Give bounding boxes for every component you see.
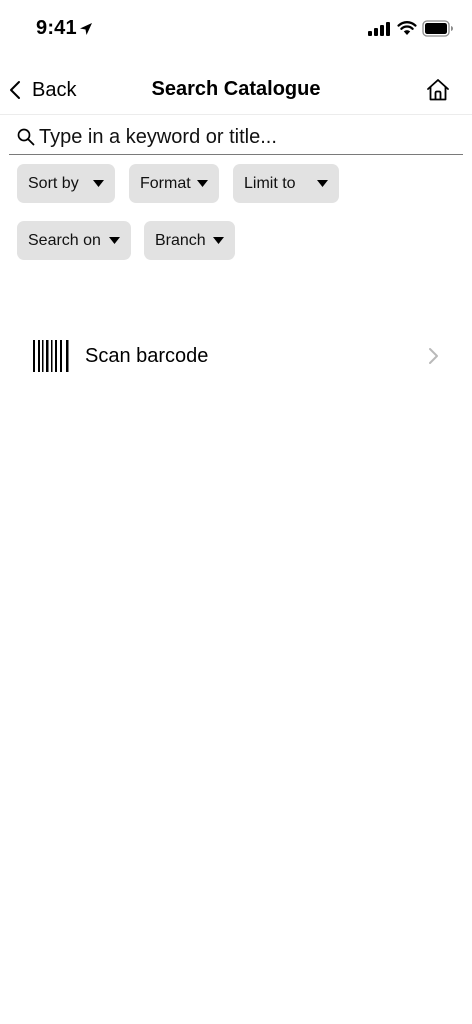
status-time: 9:41 xyxy=(36,17,77,39)
scan-barcode-label: Scan barcode xyxy=(85,345,209,367)
location-arrow-icon xyxy=(80,23,92,35)
branch-label: Branch xyxy=(155,231,206,249)
navigation-bar: Back Search Catalogue xyxy=(0,64,472,115)
search-on-label: Search on xyxy=(28,231,101,249)
search-on-dropdown[interactable]: Search on xyxy=(17,221,131,260)
sort-by-dropdown[interactable]: Sort by xyxy=(17,164,115,203)
cellular-signal-icon xyxy=(368,22,390,36)
chevron-left-icon xyxy=(10,81,20,99)
sort-by-label: Sort by xyxy=(28,174,79,192)
limit-to-label: Limit to xyxy=(244,174,296,192)
back-button[interactable]: Back xyxy=(8,76,76,104)
search-input[interactable] xyxy=(39,122,454,152)
limit-to-dropdown[interactable]: Limit to xyxy=(233,164,339,203)
wifi-icon xyxy=(397,21,417,35)
caret-down-icon xyxy=(197,180,208,187)
back-label: Back xyxy=(32,78,77,101)
caret-down-icon xyxy=(109,237,120,244)
status-bar: 9:41 xyxy=(0,0,472,60)
search-bar xyxy=(9,118,463,155)
branch-dropdown[interactable]: Branch xyxy=(144,221,235,260)
format-label: Format xyxy=(140,174,191,192)
home-icon[interactable] xyxy=(424,76,452,104)
caret-down-icon xyxy=(93,180,104,187)
caret-down-icon xyxy=(213,237,224,244)
search-icon xyxy=(17,128,35,146)
scan-barcode-row[interactable]: Scan barcode xyxy=(0,330,472,384)
battery-icon xyxy=(422,20,453,37)
caret-down-icon xyxy=(317,180,328,187)
format-dropdown[interactable]: Format xyxy=(129,164,219,203)
barcode-icon xyxy=(33,340,69,372)
chevron-right-icon xyxy=(429,348,438,364)
